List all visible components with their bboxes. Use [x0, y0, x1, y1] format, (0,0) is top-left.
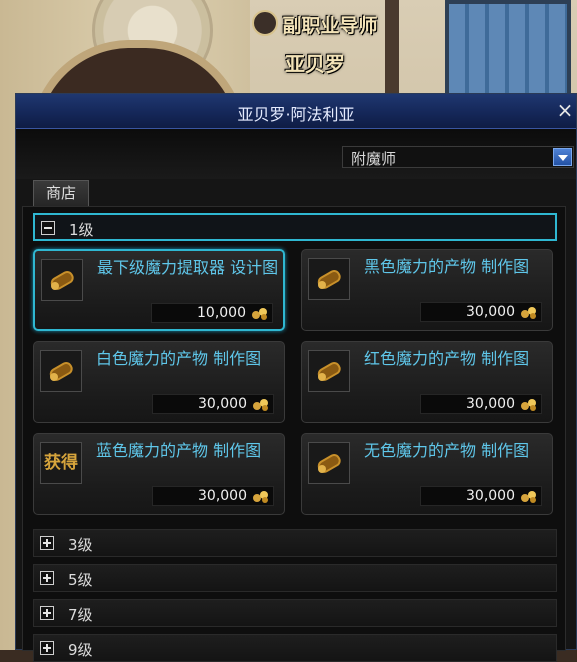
- gold-coin-icon: [521, 399, 536, 411]
- shop-item[interactable]: 黑色魔力的产物 制作图 30,000: [301, 249, 553, 331]
- item-price: 30,000: [198, 396, 247, 412]
- scroll-icon: [308, 442, 350, 484]
- level-label: 5级: [68, 571, 93, 589]
- gold-coin-icon: [521, 491, 536, 503]
- gold-coin-icon: [252, 308, 267, 320]
- item-name: 蓝色魔力的产物 制作图: [96, 441, 262, 460]
- level-label: 1级: [69, 221, 94, 239]
- item-price: 30,000: [466, 396, 515, 412]
- shop-item[interactable]: 获得 蓝色魔力的产物 制作图 30,000: [33, 433, 285, 515]
- item-price: 30,000: [466, 304, 515, 320]
- window-titlebar[interactable]: 亚贝罗·阿法利亚 ×: [16, 94, 576, 129]
- item-price: 30,000: [466, 488, 515, 504]
- close-icon[interactable]: ×: [556, 99, 574, 121]
- price-box: 30,000: [420, 394, 542, 414]
- shop-item[interactable]: 最下级魔力提取器 设计图 10,000: [33, 249, 285, 331]
- price-box: 30,000: [420, 486, 542, 506]
- gold-coin-icon: [253, 399, 268, 411]
- item-name: 黑色魔力的产物 制作图: [364, 257, 530, 276]
- item-price: 30,000: [198, 488, 247, 504]
- gold-coin-icon: [253, 491, 268, 503]
- level-label: 7级: [68, 606, 93, 624]
- expand-icon[interactable]: [40, 641, 54, 655]
- dropdown-value: 附魔师: [351, 150, 397, 168]
- shop-item[interactable]: 无色魔力的产物 制作图 30,000: [301, 433, 553, 515]
- level-label: 3级: [68, 536, 93, 554]
- item-price: 10,000: [197, 305, 246, 321]
- expand-icon[interactable]: [40, 606, 54, 620]
- level-row-3[interactable]: 3级: [33, 529, 557, 557]
- scroll-icon: [40, 350, 82, 392]
- shop-item[interactable]: 白色魔力的产物 制作图 30,000: [33, 341, 285, 423]
- price-box: 30,000: [420, 302, 542, 322]
- price-box: 30,000: [152, 394, 274, 414]
- tab-shop[interactable]: 商店: [33, 180, 89, 206]
- shop-window: 亚贝罗·阿法利亚 × 附魔师 商店 1级 最下级魔力提取器 设计图 10,000: [15, 93, 577, 662]
- expand-icon[interactable]: [40, 536, 54, 550]
- npc-title: 副职业导师: [230, 10, 400, 39]
- npc-name[interactable]: 亚贝罗: [230, 48, 400, 77]
- scroll-icon: [41, 259, 83, 301]
- profession-dropdown[interactable]: 附魔师: [342, 146, 574, 168]
- level-row-9[interactable]: 9级: [33, 634, 557, 662]
- item-name: 红色魔力的产物 制作图: [364, 349, 530, 368]
- window-title: 亚贝罗·阿法利亚: [237, 105, 355, 124]
- expand-icon[interactable]: [40, 571, 54, 585]
- price-box: 10,000: [151, 303, 273, 323]
- item-name: 无色魔力的产物 制作图: [364, 441, 530, 460]
- scroll-icon: [308, 350, 350, 392]
- shop-list-panel: 1级 最下级魔力提取器 设计图 10,000 黑色魔力的产物 制作图 30,00…: [22, 206, 566, 662]
- blue-door: [445, 0, 571, 103]
- npc-emblem-icon: [252, 10, 279, 36]
- item-name: 最下级魔力提取器 设计图: [97, 258, 279, 277]
- obtain-icon: 获得: [40, 442, 82, 484]
- price-box: 30,000: [152, 486, 274, 506]
- scroll-icon: [308, 258, 350, 300]
- gold-coin-icon: [521, 307, 536, 319]
- item-name: 白色魔力的产物 制作图: [96, 349, 262, 368]
- collapse-icon[interactable]: [41, 221, 55, 235]
- level-row-5[interactable]: 5级: [33, 564, 557, 592]
- level-row-7[interactable]: 7级: [33, 599, 557, 627]
- level-row-1[interactable]: 1级: [33, 213, 557, 241]
- chevron-down-icon[interactable]: [553, 148, 572, 166]
- shop-item[interactable]: 红色魔力的产物 制作图 30,000: [301, 341, 553, 423]
